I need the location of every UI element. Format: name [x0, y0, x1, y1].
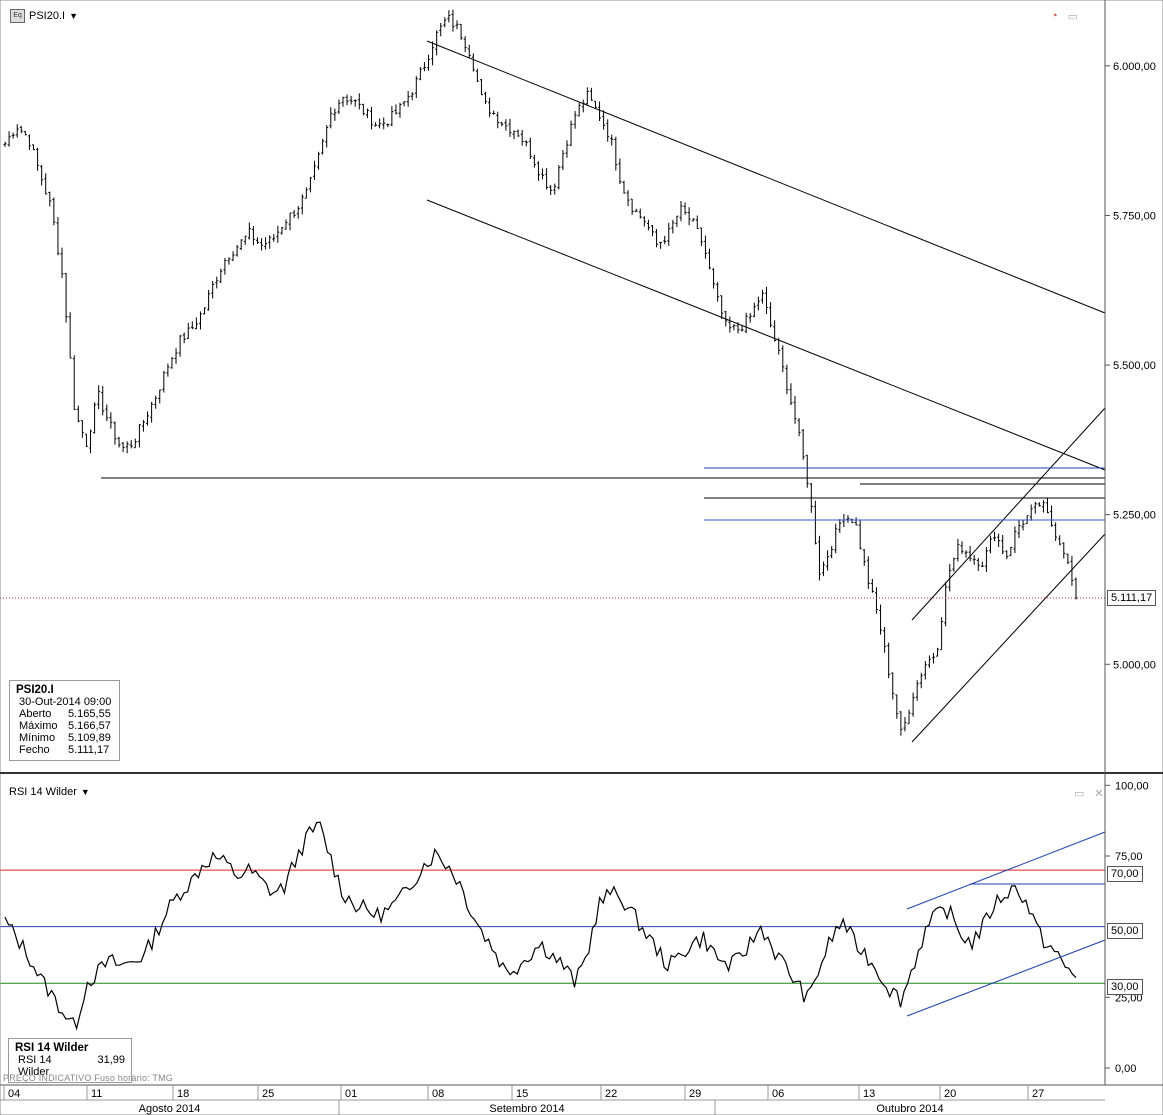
outer-frame: [0, 0, 1163, 1115]
chevron-down-icon[interactable]: ▼: [69, 11, 78, 21]
chevron-down-icon[interactable]: ▼: [81, 787, 90, 797]
rsi-panel-window-icons: ▭ ✕: [1074, 787, 1104, 800]
rsi-series-line: [4, 821, 1077, 1031]
x-month-label: Setembro 2014: [489, 1103, 564, 1115]
trendline: [426, 199, 1106, 471]
close-icon[interactable]: ✕: [1094, 787, 1103, 800]
clock-icon[interactable]: ◔: [1051, 10, 1058, 23]
x-day-tick-label: 27: [1032, 1088, 1044, 1100]
x-day-tick-label: 13: [863, 1088, 875, 1100]
x-day-tick-label: 06: [772, 1088, 784, 1100]
price-y-tick-label: 5.250,00: [1113, 510, 1156, 522]
price-info-box: PSI20.I 30-Out-2014 09:00 Aberto 5.165,55…: [9, 680, 120, 761]
rsi-title[interactable]: RSI 14 Wilder: [9, 786, 77, 798]
price-y-tick-label: 5.750,00: [1113, 210, 1156, 222]
x-day-tick-label: 08: [432, 1088, 444, 1100]
symbol-label[interactable]: PSI20.I: [29, 10, 65, 22]
x-day-tick-label: 22: [605, 1088, 617, 1100]
price-panel-window-icons: ◔ ▭: [1051, 10, 1078, 23]
price-plot-area: [0, 9, 1106, 743]
trendline: [911, 533, 1106, 743]
x-day-tick-label: 25: [262, 1088, 274, 1100]
footnote: PREÇO INDICATIVO Fuso horário: TMG: [3, 1073, 173, 1083]
rsi-level-70-tag: 70,00: [1107, 866, 1143, 882]
chart-canvas: 6.000,00 5.750,00 5.500,00 5.250,00 5.000,00…: [0, 0, 1163, 1115]
price-y-tick-label: 5.500,00: [1113, 360, 1156, 372]
rsi-panel-header[interactable]: RSI 14 Wilder ▼: [9, 786, 90, 798]
x-day-tick-label: 15: [516, 1088, 528, 1100]
rsi-y-tick-label: 0,00: [1115, 1063, 1136, 1075]
info-row-open: Aberto 5.165,55: [19, 708, 111, 720]
info-row-close: Fecho 5.111,17: [19, 744, 110, 756]
x-day-tick-label: 01: [345, 1088, 357, 1100]
price-y-tick-label: 5.000,00: [1113, 659, 1156, 671]
rsi-trendline: [906, 939, 1106, 1017]
rsi-y-tick-label: 100,00: [1115, 780, 1149, 792]
x-month-label: Outubro 2014: [876, 1103, 943, 1115]
trendline: [426, 40, 1106, 314]
info-row-low: Mínimo 5.109,89: [19, 732, 111, 744]
info-datetime: 30-Out-2014 09:00: [19, 696, 112, 708]
rsi-info-title: RSI 14 Wilder: [15, 1042, 89, 1054]
symbol-icon: Eq: [10, 9, 25, 23]
price-y-tick-label: 6.000,00: [1113, 61, 1156, 73]
rsi-level-30-tag: 30,00: [1107, 979, 1143, 995]
x-day-tick-label: 18: [177, 1088, 189, 1100]
info-row-high: Máximo 5.166,57: [19, 720, 111, 732]
axes: 6.000,00 5.750,00 5.500,00 5.250,00 5.000,00…: [3, 61, 1156, 1115]
price-panel-header[interactable]: Eq PSI20.I ▼: [10, 9, 78, 23]
rsi-plot-area: [0, 821, 1106, 1031]
x-day-tick-label: 20: [944, 1088, 956, 1100]
rsi-level-50-tag: 50,00: [1107, 923, 1143, 939]
info-title: PSI20.I: [16, 684, 54, 696]
last-price-tag: 5.111,17: [1107, 590, 1157, 606]
x-day-tick-label: 04: [8, 1088, 20, 1100]
minimize-icon[interactable]: ▭: [1068, 10, 1078, 23]
x-day-tick-label: 11: [91, 1088, 102, 1100]
rsi-y-tick-label: 75,00: [1115, 851, 1143, 863]
x-day-tick-label: 29: [689, 1088, 701, 1100]
panel-frames: [0, 0, 1163, 1115]
x-month-label: Agosto 2014: [139, 1103, 201, 1115]
minimize-icon[interactable]: ▭: [1074, 787, 1084, 800]
